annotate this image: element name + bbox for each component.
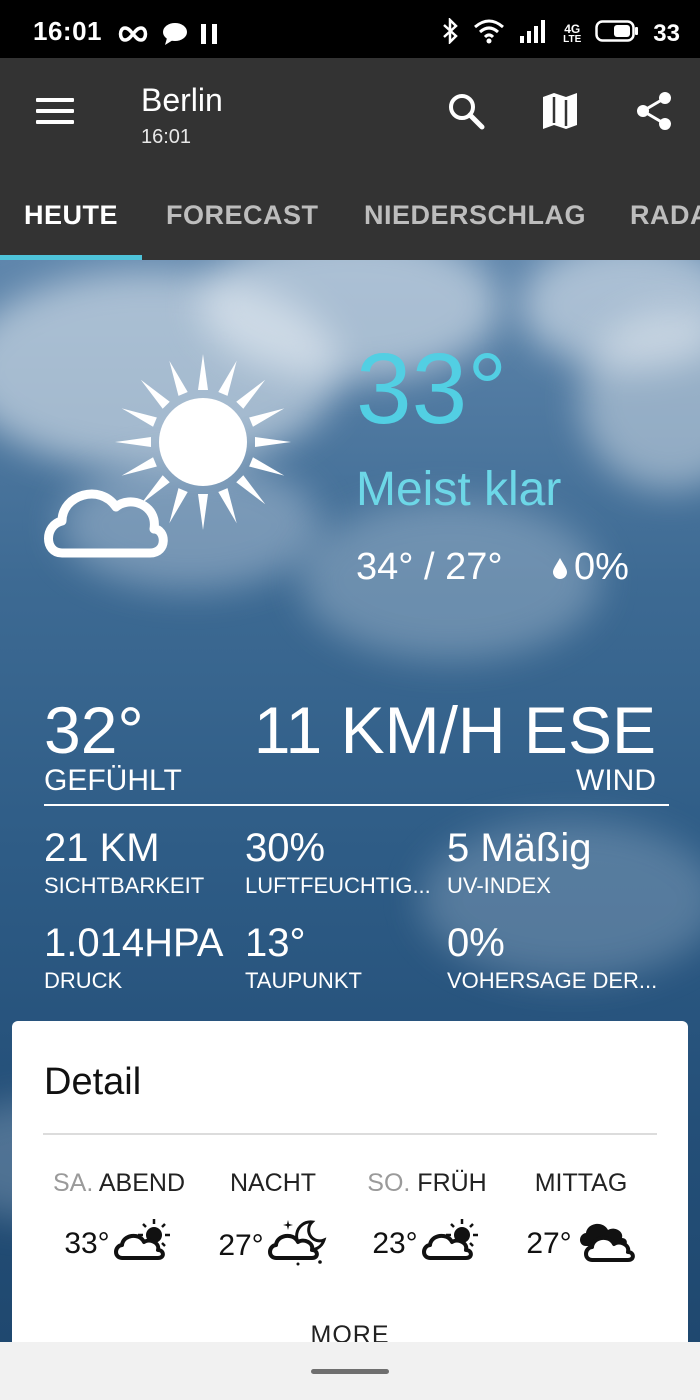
condition-text: Meist klar <box>356 463 562 516</box>
stat-dew-point: 13° TAUPUNKT <box>245 921 445 994</box>
period-morning: SO. FRÜH 23° <box>352 1169 502 1270</box>
battery-icon <box>595 19 639 48</box>
stat-label: VOHERSAGE DER... <box>447 968 658 993</box>
menu-icon-line <box>36 109 74 113</box>
tab-heute[interactable]: HEUTE <box>24 200 118 231</box>
precipitation-chance: 0% <box>552 546 629 589</box>
current-temperature: 33° <box>356 333 508 445</box>
menu-icon-line <box>36 98 74 102</box>
status-bar: 16:01 4G LTE 33 <box>0 0 700 58</box>
4g-lte-icon: 4G LTE <box>563 21 582 45</box>
status-time: 16:01 <box>33 16 102 46</box>
stat-label: UV-INDEX <box>447 873 551 898</box>
infinity-icon <box>116 25 150 48</box>
period-name: MITTAG <box>534 1169 628 1197</box>
period-noon: MITTAG 27° <box>506 1169 656 1270</box>
precipitation-value: 0% <box>574 546 629 588</box>
chat-bubble-icon <box>162 22 188 51</box>
search-button[interactable] <box>443 90 489 136</box>
stat-label: LUFTFEUCHTIG... <box>245 873 431 898</box>
local-time: 16:01 <box>141 126 192 148</box>
partly-cloudy-night-icon <box>267 1218 328 1274</box>
status-icons-right: 4G LTE 33 <box>441 16 680 49</box>
menu-button[interactable] <box>36 98 74 128</box>
stat-value: 5 Mäßig <box>447 826 592 870</box>
wind-label: WIND <box>576 764 656 797</box>
wind-value: 11 KM/H ESE <box>253 693 656 767</box>
period-day: SO. <box>367 1169 411 1197</box>
period-label: MITTAG <box>506 1169 656 1198</box>
sun-cloud-icon <box>40 345 300 570</box>
feels-like-label: GEFÜHLT <box>44 764 182 797</box>
status-icons-left <box>116 22 218 51</box>
gesture-handle[interactable] <box>311 1369 389 1374</box>
tab-forecast[interactable]: FORECAST <box>166 200 319 231</box>
stat-humidity: 30% LUFTFEUCHTIG... <box>245 826 445 899</box>
app-bar: Berlin 16:01 HEUTE FORECAST NIEDERSCHLAG… <box>0 58 700 260</box>
period-temperature: 33° <box>44 1218 194 1270</box>
city-name: Berlin <box>141 82 223 118</box>
stat-value: 30% <box>245 826 326 870</box>
stat-value: 1.014HPA <box>44 921 224 965</box>
stat-value: 13° <box>245 921 306 965</box>
period-label: NACHT <box>198 1169 348 1198</box>
period-label: SO. FRÜH <box>352 1169 502 1198</box>
search-icon <box>446 91 486 136</box>
navigation-bar <box>0 1342 700 1400</box>
stat-value: 21 KM <box>44 826 160 870</box>
stat-uv-index: 5 Mäßig UV-INDEX <box>447 826 647 899</box>
divider <box>43 1133 657 1135</box>
tab-bar: HEUTE FORECAST NIEDERSCHLAG RADAR <box>0 188 700 260</box>
bluetooth-icon <box>441 16 459 49</box>
period-temperature: 27° <box>198 1218 348 1274</box>
period-evening: SA. ABEND 33° <box>44 1169 194 1270</box>
period-temperature: 27° <box>506 1218 656 1270</box>
partly-sunny-icon <box>113 1218 174 1270</box>
period-name: ABEND <box>98 1169 185 1197</box>
period-label: SA. ABEND <box>44 1169 194 1198</box>
tab-radar[interactable]: RADAR <box>630 200 700 231</box>
period-night: NACHT 27° <box>198 1169 348 1274</box>
map-button[interactable] <box>537 90 583 136</box>
pause-icon <box>200 23 218 50</box>
tab-niederschlag[interactable]: NIEDERSCHLAG <box>364 200 586 231</box>
signal-icon <box>519 19 549 48</box>
cloudy-icon <box>576 1218 636 1270</box>
wifi-icon <box>473 18 505 49</box>
stat-value: 0% <box>447 921 505 965</box>
map-icon <box>541 91 579 136</box>
detail-card: Detail SA. ABEND 33° NACHT 27° SO. FRÜH … <box>12 1021 688 1361</box>
period-name: NACHT <box>229 1169 317 1197</box>
stat-label: DRUCK <box>44 968 123 993</box>
stat-precipitation-forecast: 0% VOHERSAGE DER... <box>447 921 667 994</box>
stat-label: SICHTBARKEIT <box>44 873 205 898</box>
raindrop-icon <box>552 546 568 589</box>
battery-level: 33 <box>653 19 680 47</box>
period-temp-value: 27° <box>218 1229 264 1262</box>
feels-like-value: 32° <box>44 693 144 767</box>
period-name: FRÜH <box>417 1169 487 1197</box>
high-low-temperature: 34° / 27° <box>356 546 503 588</box>
period-temp-value: 23° <box>372 1227 418 1260</box>
stat-label: TAUPUNKT <box>245 968 362 993</box>
partly-sunny-icon <box>421 1218 482 1270</box>
stat-visibility: 21 KM SICHTBARKEIT <box>44 826 244 899</box>
period-day: SA. <box>52 1169 94 1197</box>
detail-title: Detail <box>44 1061 142 1103</box>
menu-icon-line <box>36 120 74 124</box>
stat-pressure: 1.014HPA DRUCK <box>44 921 244 994</box>
share-button[interactable] <box>631 90 677 136</box>
period-temp-value: 33° <box>64 1227 110 1260</box>
share-icon <box>634 90 674 137</box>
divider <box>44 804 669 806</box>
period-temp-value: 27° <box>526 1227 572 1260</box>
period-temperature: 23° <box>352 1218 502 1270</box>
